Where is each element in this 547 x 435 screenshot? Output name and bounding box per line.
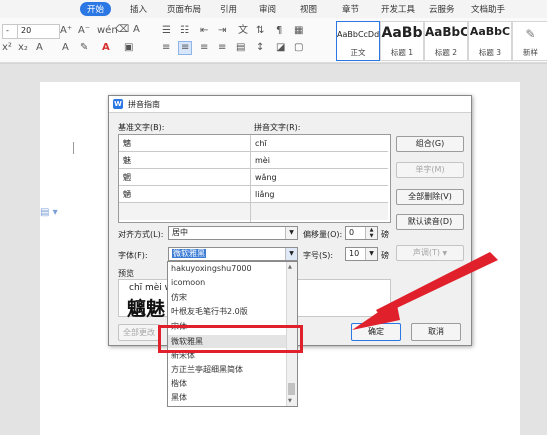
font-value: 微软雅黑	[172, 249, 206, 258]
arrow-head	[352, 300, 400, 330]
margin-mark	[73, 142, 74, 154]
chinese-layout-icon[interactable]: 文	[238, 25, 248, 37]
font-option[interactable]: 黑体	[171, 392, 187, 403]
subscript-icon[interactable]: x₂	[18, 42, 28, 54]
alignment-label: 对齐方式(L):	[118, 230, 164, 239]
tab-chapter[interactable]: 章节	[342, 3, 359, 15]
ribbon-toolbar: - 20 A⁺ A⁻ wén ⌫ A x² x₂ A A ✎ A ▣ ☰ ☷ ⇤…	[0, 18, 547, 63]
chevron-down-icon[interactable]: ▼	[285, 248, 297, 260]
font-label: 字体(F):	[118, 251, 148, 260]
apply-all-button[interactable]: 全部更改	[118, 324, 160, 341]
preview-ruby: chī mèi w	[129, 283, 173, 293]
default-reading-button[interactable]: 默认读音(D)	[396, 214, 464, 230]
font-option[interactable]: icomoon	[171, 278, 205, 287]
bullet-list-icon[interactable]: ☰	[162, 25, 171, 37]
annotation-arrow	[352, 252, 498, 330]
justify-icon[interactable]: ≡	[218, 42, 226, 54]
base-cell[interactable]: 魉	[119, 186, 250, 203]
style-heading-3[interactable]: AaBbC 标题 3	[468, 21, 512, 61]
preview-label: 预览	[118, 269, 134, 278]
text-effects-icon[interactable]: A	[62, 42, 69, 54]
font-option[interactable]: 叶根友毛笔行书2.0版	[171, 306, 248, 317]
base-cell[interactable]: 魅	[119, 152, 250, 169]
tab-insert[interactable]: 插入	[130, 3, 147, 15]
ruby-text-label: 拼音文字(R):	[254, 123, 301, 132]
borders-icon[interactable]: ▢	[294, 42, 303, 54]
grow-font-icon[interactable]: A⁺	[60, 25, 72, 37]
superscript-icon[interactable]: x²	[2, 42, 12, 54]
wps-logo-icon: W	[113, 99, 123, 109]
text-effect-icon[interactable]: A	[133, 24, 140, 36]
paragraph-icon[interactable]: ▤ ▾	[40, 207, 58, 218]
scroll-up-icon[interactable]: ▲	[288, 264, 292, 270]
font-option[interactable]: 方正兰亭超细黑简体	[171, 364, 243, 375]
empty-cell	[251, 203, 388, 220]
preview-base: 魑魅	[127, 298, 166, 320]
tab-review[interactable]: 审阅	[259, 3, 276, 15]
highlighter-icon[interactable]: ✎	[80, 42, 88, 54]
ruby-cell[interactable]: chī	[251, 135, 388, 152]
font-color-icon[interactable]: A	[102, 42, 110, 54]
font-combo[interactable]: 微软雅黑 ▼	[168, 247, 298, 261]
style-heading-2[interactable]: AaBbC 标题 2	[424, 21, 468, 61]
increase-indent-icon[interactable]: ⇥	[218, 25, 226, 37]
offset-label: 偏移量(O):	[303, 230, 343, 239]
dialog-title: 拼音指南	[128, 100, 160, 109]
clear-format-icon[interactable]: ⌫	[115, 24, 129, 36]
tab-view[interactable]: 视图	[300, 3, 317, 15]
font-option[interactable]: 楷体	[171, 378, 187, 389]
numbered-list-icon[interactable]: ☷	[180, 25, 189, 37]
scroll-down-icon[interactable]: ▼	[288, 398, 292, 404]
align-left-icon[interactable]: ≡	[162, 42, 170, 54]
ruby-cell[interactable]: mèi	[251, 152, 388, 169]
scroll-thumb[interactable]	[288, 383, 295, 395]
mono-button[interactable]: 单字(M)	[396, 162, 464, 178]
line-spacing-icon[interactable]: ↕	[256, 42, 264, 54]
font-option[interactable]: hakuyoxingshu7000	[171, 264, 252, 273]
char-border-icon[interactable]: ▣	[124, 42, 133, 54]
show-marks-icon[interactable]: ¶	[276, 25, 282, 37]
style-new[interactable]: ✎ 新样	[512, 21, 547, 61]
font-size-combo[interactable]: 20	[17, 24, 60, 39]
alignment-value: 居中	[172, 228, 188, 237]
align-center-icon[interactable]: ≡	[178, 41, 193, 55]
tab-developer[interactable]: 开发工具	[381, 3, 415, 15]
sort-icon[interactable]: ⇅	[256, 25, 264, 37]
ruby-cell[interactable]: liǎng	[251, 186, 388, 203]
align-right-icon[interactable]: ≡	[200, 42, 208, 54]
shading-icon[interactable]: ◪	[276, 42, 285, 54]
base-cell[interactable]: 魑	[119, 135, 250, 152]
ribbon-tab-bar: 开始 插入 页面布局 引用 审阅 视图 章节 开发工具 云服务 文档助手	[0, 0, 547, 18]
base-text-label: 基准文字(B):	[118, 123, 165, 132]
clear-all-button[interactable]: 全部删除(V)	[396, 189, 464, 205]
tab-references[interactable]: 引用	[220, 3, 237, 15]
base-cell[interactable]: 魍	[119, 169, 250, 186]
empty-cell	[119, 203, 250, 220]
tab-page-layout[interactable]: 页面布局	[167, 3, 201, 15]
distribute-icon[interactable]: ▤	[236, 42, 245, 54]
new-style-icon: ✎	[525, 27, 536, 41]
dialog-title-bar[interactable]: W 拼音指南	[109, 96, 471, 113]
decrease-indent-icon[interactable]: ⇤	[200, 25, 208, 37]
group-button[interactable]: 组合(G)	[396, 136, 464, 152]
tab-doc-helper[interactable]: 文档助手	[471, 3, 505, 15]
tab-home[interactable]: 开始	[80, 2, 112, 16]
shrink-font-icon[interactable]: A⁻	[78, 25, 90, 37]
font-color-a-icon[interactable]: A	[36, 42, 43, 54]
ruby-cell[interactable]: wǎng	[251, 169, 388, 186]
chevron-down-icon: ▼	[285, 227, 297, 239]
font-option[interactable]: 仿宋	[171, 292, 187, 303]
pinyin-grid: 魑 chī 魅 mèi 魍 wǎng 魉 liǎng	[118, 134, 391, 223]
style-heading-1[interactable]: AaBb 标题 1	[380, 21, 424, 61]
tab-cloud[interactable]: 云服务	[429, 3, 455, 15]
table-icon[interactable]: ▦	[294, 25, 303, 37]
size-label: 字号(S):	[303, 251, 334, 260]
highlight-frame	[158, 325, 303, 353]
style-normal[interactable]: AaBbCcDd 正文	[336, 21, 380, 61]
alignment-combo[interactable]: 居中 ▼	[168, 226, 298, 240]
